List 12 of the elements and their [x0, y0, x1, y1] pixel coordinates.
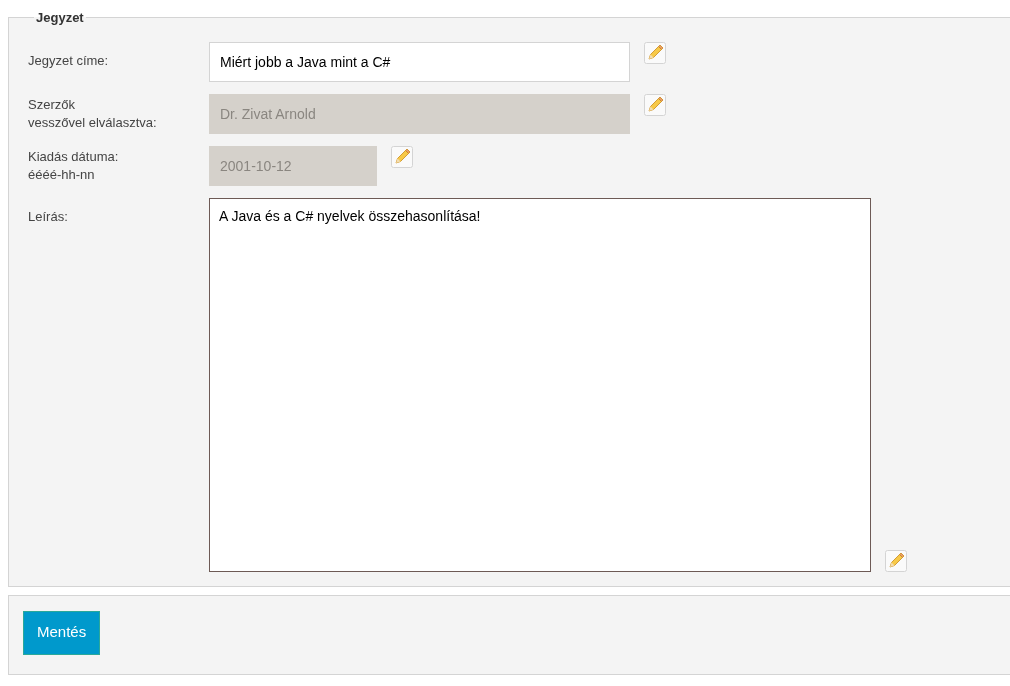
pencil-icon[interactable]: [885, 549, 907, 572]
pencil-icon[interactable]: [644, 41, 666, 64]
field-label: Szerzők vesszővel elválasztva:: [28, 95, 158, 132]
panel-legend: Jegyzet: [34, 8, 86, 28]
text-field[interactable]: Miért jobb a Java mint a C#: [209, 41, 630, 82]
field-label: Kiadás dátuma: éééé-hh-nn: [28, 147, 120, 184]
description-textarea[interactable]: A Java és a C# nyelvek összehasonlítása!: [209, 197, 871, 572]
pencil-icon[interactable]: [391, 145, 413, 168]
pencil-icon[interactable]: [644, 93, 666, 116]
save-button[interactable]: Mentés: [23, 610, 101, 655]
field-label: Leírás:: [28, 207, 69, 226]
field-label: Jegyzet címe:: [28, 51, 110, 70]
